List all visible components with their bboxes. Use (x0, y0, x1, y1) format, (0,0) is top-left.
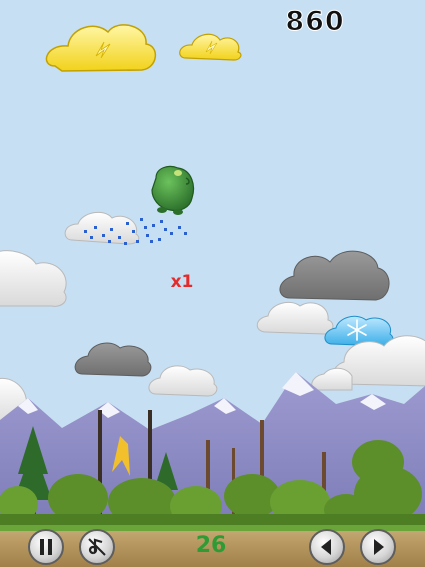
white-cloud-left (64, 211, 140, 245)
arrow-left-icon (321, 539, 331, 555)
gold-cloud-small (179, 33, 242, 61)
white-cloud-mid (256, 301, 334, 335)
move-left-button[interactable] (309, 529, 345, 565)
pause-icon (40, 539, 52, 555)
gray-cloud-large (279, 250, 390, 301)
gold-cloud-large (45, 24, 156, 72)
move-right-button[interactable] (360, 529, 396, 565)
game-stage[interactable]: 860 x1 26 (0, 0, 425, 567)
sound-toggle-button[interactable] (79, 529, 115, 565)
pause-button[interactable] (28, 529, 64, 565)
music-note-muted-icon (88, 538, 106, 556)
white-cloud-low (148, 365, 218, 397)
ice-cloud (324, 315, 394, 347)
gray-cloud-small (74, 342, 152, 377)
player-character (151, 165, 195, 215)
multiplier-label: x1 (170, 272, 194, 292)
score-display: 860 (285, 6, 345, 38)
game-scene (0, 24, 425, 526)
arrow-right-icon (374, 539, 384, 555)
white-cloud-edge (0, 250, 67, 307)
collectible-counter: 26 (195, 533, 227, 558)
